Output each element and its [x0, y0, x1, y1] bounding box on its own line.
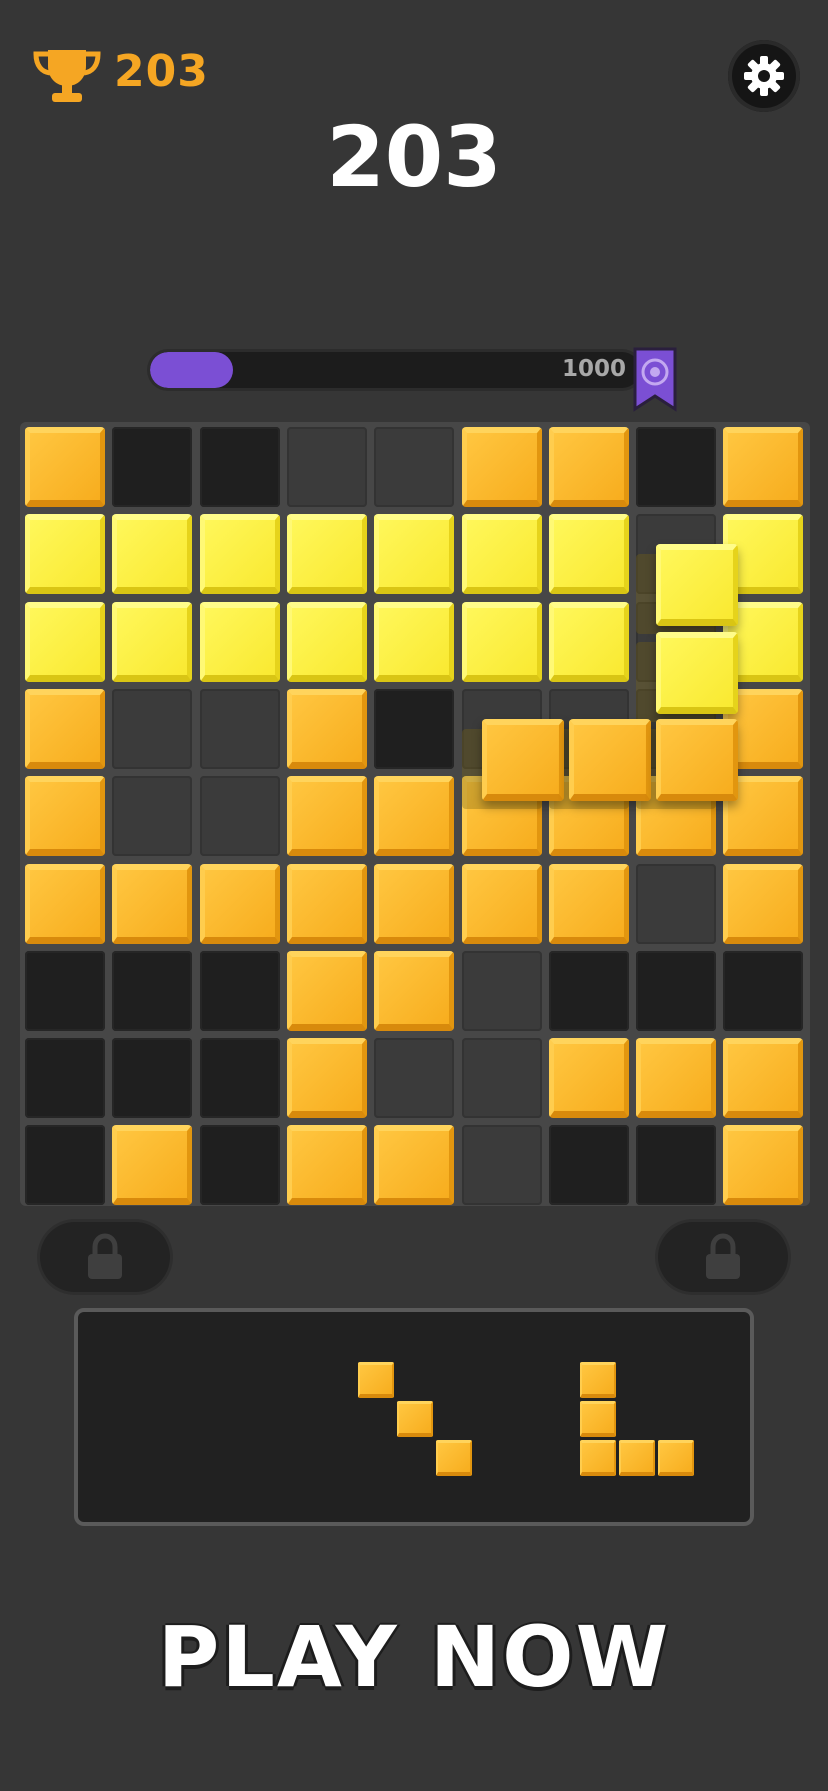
- board-cell: [548, 427, 629, 507]
- board-cell: [25, 950, 105, 1031]
- piece-tray[interactable]: [74, 1308, 754, 1526]
- board-cell: [199, 950, 280, 1031]
- settings-button[interactable]: [728, 40, 800, 112]
- board-cell: [286, 863, 367, 944]
- dragged-piece-block[interactable]: [656, 544, 739, 627]
- board-cell: [461, 514, 542, 595]
- dragged-piece-block[interactable]: [481, 718, 564, 801]
- board-cell: [25, 427, 105, 507]
- play-now-button[interactable]: PLAY NOW: [0, 1608, 828, 1706]
- board-cell: [25, 1125, 105, 1206]
- board-cell: [199, 601, 280, 682]
- board-cell: [286, 776, 367, 857]
- board-cell: [112, 863, 193, 944]
- dragged-piece-block[interactable]: [568, 718, 651, 801]
- board-cell: [199, 1125, 280, 1206]
- board-cell: [374, 1038, 455, 1119]
- board-cell: [25, 688, 105, 769]
- board-cell: [723, 1125, 804, 1206]
- target-bookmark-icon: [633, 347, 677, 412]
- board-cell: [286, 601, 367, 682]
- board-cell: [25, 776, 105, 857]
- board-cell: [723, 427, 804, 507]
- l-piece-block[interactable]: [580, 1401, 616, 1437]
- board-cell: [548, 1038, 629, 1119]
- board-cell: [112, 1038, 193, 1119]
- board-cell: [723, 950, 804, 1031]
- board-cell: [199, 688, 280, 769]
- board-cell: [112, 688, 193, 769]
- gear-icon: [744, 56, 784, 96]
- board-cell: [112, 427, 193, 507]
- board-cell: [636, 863, 717, 944]
- board-cell: [199, 427, 280, 507]
- board-cell: [199, 514, 280, 595]
- board-cell: [548, 601, 629, 682]
- locked-slot-right[interactable]: [658, 1222, 788, 1292]
- l-piece-block[interactable]: [580, 1440, 616, 1476]
- board-cell: [461, 1125, 542, 1206]
- board-cell: [112, 776, 193, 857]
- board-cell: [461, 1038, 542, 1119]
- board-cell: [25, 863, 105, 944]
- diagonal-piece-block[interactable]: [436, 1440, 472, 1476]
- board-cell: [25, 514, 105, 595]
- board-cell: [374, 863, 455, 944]
- board-cell: [25, 1038, 105, 1119]
- board-cell: [112, 950, 193, 1031]
- board-cell: [199, 1038, 280, 1119]
- diagonal-piece-block[interactable]: [358, 1362, 394, 1398]
- l-piece-block[interactable]: [580, 1362, 616, 1398]
- l-piece-block[interactable]: [619, 1440, 655, 1476]
- dragged-piece-block[interactable]: [656, 718, 739, 801]
- board-cell: [636, 1038, 717, 1119]
- board-cell: [112, 514, 193, 595]
- lock-icon: [88, 1233, 122, 1279]
- board-cell: [461, 950, 542, 1031]
- progress-fill: [150, 352, 234, 388]
- best-score: 203: [114, 46, 209, 97]
- diagonal-piece-block[interactable]: [397, 1401, 433, 1437]
- board-cell: [548, 863, 629, 944]
- board-cell: [548, 950, 629, 1031]
- board-cell: [286, 427, 367, 507]
- board-cell: [286, 1038, 367, 1119]
- board-cell: [374, 427, 455, 507]
- board-cell: [374, 1125, 455, 1206]
- board-cell: [25, 601, 105, 682]
- game-board[interactable]: [20, 422, 810, 1206]
- board-cell: [286, 1125, 367, 1206]
- board-cell: [286, 514, 367, 595]
- progress-goal-label: 1000: [561, 356, 626, 382]
- board-cell: [199, 776, 280, 857]
- lock-icon: [706, 1233, 740, 1279]
- board-cell: [461, 601, 542, 682]
- board-cell: [548, 514, 629, 595]
- board-cell: [636, 950, 717, 1031]
- board-cell: [723, 1038, 804, 1119]
- l-piece-block[interactable]: [658, 1440, 694, 1476]
- board-cell: [286, 688, 367, 769]
- locked-slot-left[interactable]: [40, 1222, 170, 1292]
- trophy-icon: [33, 50, 101, 102]
- board-cell: [636, 427, 717, 507]
- board-cell: [374, 776, 455, 857]
- progress-bar: 1000: [150, 352, 640, 388]
- board-cell: [112, 601, 193, 682]
- board-cell: [374, 514, 455, 595]
- board-cell: [723, 863, 804, 944]
- board-cell: [112, 1125, 193, 1206]
- board-cell: [461, 863, 542, 944]
- board-cell: [374, 950, 455, 1031]
- board-cell: [199, 863, 280, 944]
- board-cell: [286, 950, 367, 1031]
- current-score: 203: [326, 108, 502, 206]
- board-cell: [374, 688, 455, 769]
- dragged-piece-block[interactable]: [656, 631, 739, 714]
- board-cell: [548, 1125, 629, 1206]
- board-cell: [461, 427, 542, 507]
- board-cell: [636, 1125, 717, 1206]
- board-cell: [374, 601, 455, 682]
